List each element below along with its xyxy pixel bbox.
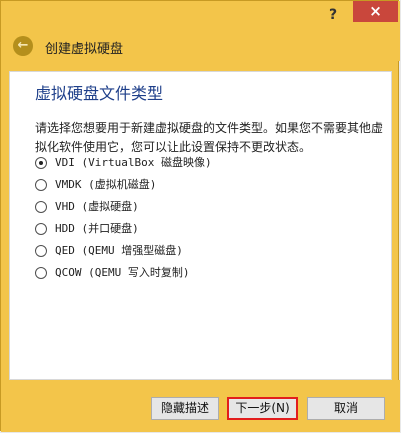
option-hdd[interactable]: HDD (并口硬盘) — [35, 221, 355, 241]
radio-button-icon[interactable] — [35, 157, 47, 169]
option-qed[interactable]: QED (QEMU 增强型磁盘) — [35, 243, 355, 263]
help-button[interactable]: ? — [323, 6, 343, 24]
option-label: VMDK (虚拟机磁盘) — [55, 178, 157, 191]
cancel-button[interactable]: 取消 — [307, 397, 385, 420]
wizard-button-bar: 隐藏描述 下一步(N) 取消 — [1, 380, 400, 432]
radio-button-icon[interactable] — [35, 223, 47, 235]
window-titlebar: ? × — [1, 1, 400, 34]
back-arrow-icon[interactable]: ← — [13, 36, 33, 56]
wizard-window: ? × ← 创建虚拟硬盘 虚拟硬盘文件类型 请选择您想要用于新建虚拟硬盘的文件类… — [0, 0, 400, 432]
wizard-header: ← 创建虚拟硬盘 — [1, 34, 400, 61]
radio-button-icon[interactable] — [35, 201, 47, 213]
close-button[interactable]: × — [353, 1, 398, 22]
radio-button-icon[interactable] — [35, 179, 47, 191]
option-label: HDD (并口硬盘) — [55, 222, 139, 235]
page-title: 虚拟硬盘文件类型 — [35, 84, 164, 103]
radio-selected-dot-icon — [39, 161, 43, 165]
option-qcow[interactable]: QCOW (QEMU 写入时复制) — [35, 265, 355, 285]
option-vdi[interactable]: VDI (VirtualBox 磁盘映像) — [35, 155, 355, 175]
option-label: QCOW (QEMU 写入时复制) — [55, 266, 190, 279]
option-label: VHD (虚拟硬盘) — [55, 200, 139, 213]
radio-button-icon[interactable] — [35, 267, 47, 279]
radio-button-icon[interactable] — [35, 245, 47, 257]
option-label: VDI (VirtualBox 磁盘映像) — [55, 156, 212, 169]
next-button[interactable]: 下一步(N) — [227, 397, 298, 420]
option-label: QED (QEMU 增强型磁盘) — [55, 244, 183, 257]
wizard-content-panel: 虚拟硬盘文件类型 请选择您想要用于新建虚拟硬盘的文件类型。如果您不需要其他虚拟化… — [9, 71, 392, 380]
hide-description-button[interactable]: 隐藏描述 — [151, 397, 219, 420]
option-vhd[interactable]: VHD (虚拟硬盘) — [35, 199, 355, 219]
wizard-title: 创建虚拟硬盘 — [45, 42, 124, 57]
page-description: 请选择您想要用于新建虚拟硬盘的文件类型。如果您不需要其他虚拟化软件使用它，您可以… — [35, 121, 384, 154]
option-vmdk[interactable]: VMDK (虚拟机磁盘) — [35, 177, 355, 197]
